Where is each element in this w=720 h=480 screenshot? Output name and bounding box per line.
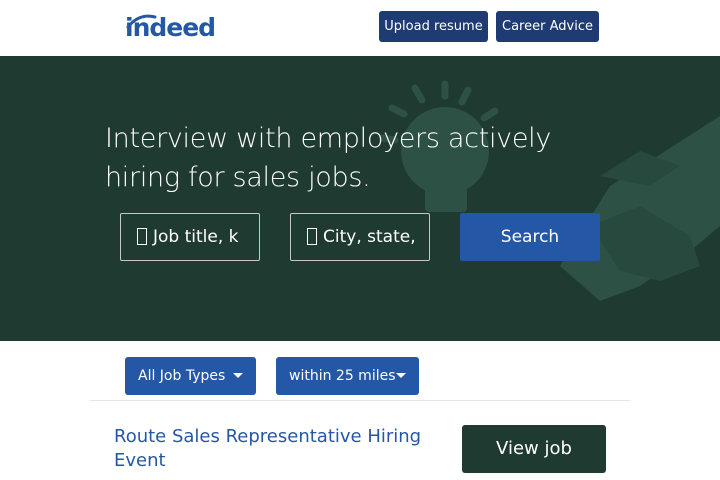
chevron-down-icon (396, 373, 406, 378)
indeed-logo[interactable]: indeed (125, 13, 225, 43)
job-type-label: All Job Types (138, 368, 226, 384)
location-icon (307, 228, 317, 245)
radius-dropdown[interactable]: within 25 miles (276, 357, 419, 395)
hero-illustration (378, 80, 720, 301)
top-navigation-bar: indeed Upload resume Career Advice (0, 0, 720, 56)
filter-bar: All Job Types within 25 miles (0, 341, 720, 401)
job-title-placeholder: Job title, k (153, 227, 239, 247)
location-search-input[interactable]: City, state, (290, 213, 430, 261)
hero-headline: Interview with employers actively hiring… (105, 123, 552, 193)
section-divider (90, 400, 630, 401)
search-button[interactable]: Search (460, 213, 600, 261)
view-job-button[interactable]: View job (462, 425, 606, 473)
job-title-link[interactable]: Route Sales Representative Hiring Event (114, 425, 434, 473)
logo-text: indeed (125, 13, 216, 42)
radius-label: within 25 miles (289, 368, 396, 384)
chevron-down-icon (233, 373, 243, 378)
hero-banner: Interview with employers actively hiring… (0, 56, 720, 341)
search-icon (137, 228, 147, 245)
job-title-search-input[interactable]: Job title, k (120, 213, 260, 261)
location-placeholder: City, state, (323, 227, 416, 247)
career-advice-button[interactable]: Career Advice (496, 11, 599, 42)
upload-resume-button[interactable]: Upload resume (379, 11, 488, 42)
handshake-icon (560, 116, 720, 301)
job-type-dropdown[interactable]: All Job Types (125, 357, 256, 395)
